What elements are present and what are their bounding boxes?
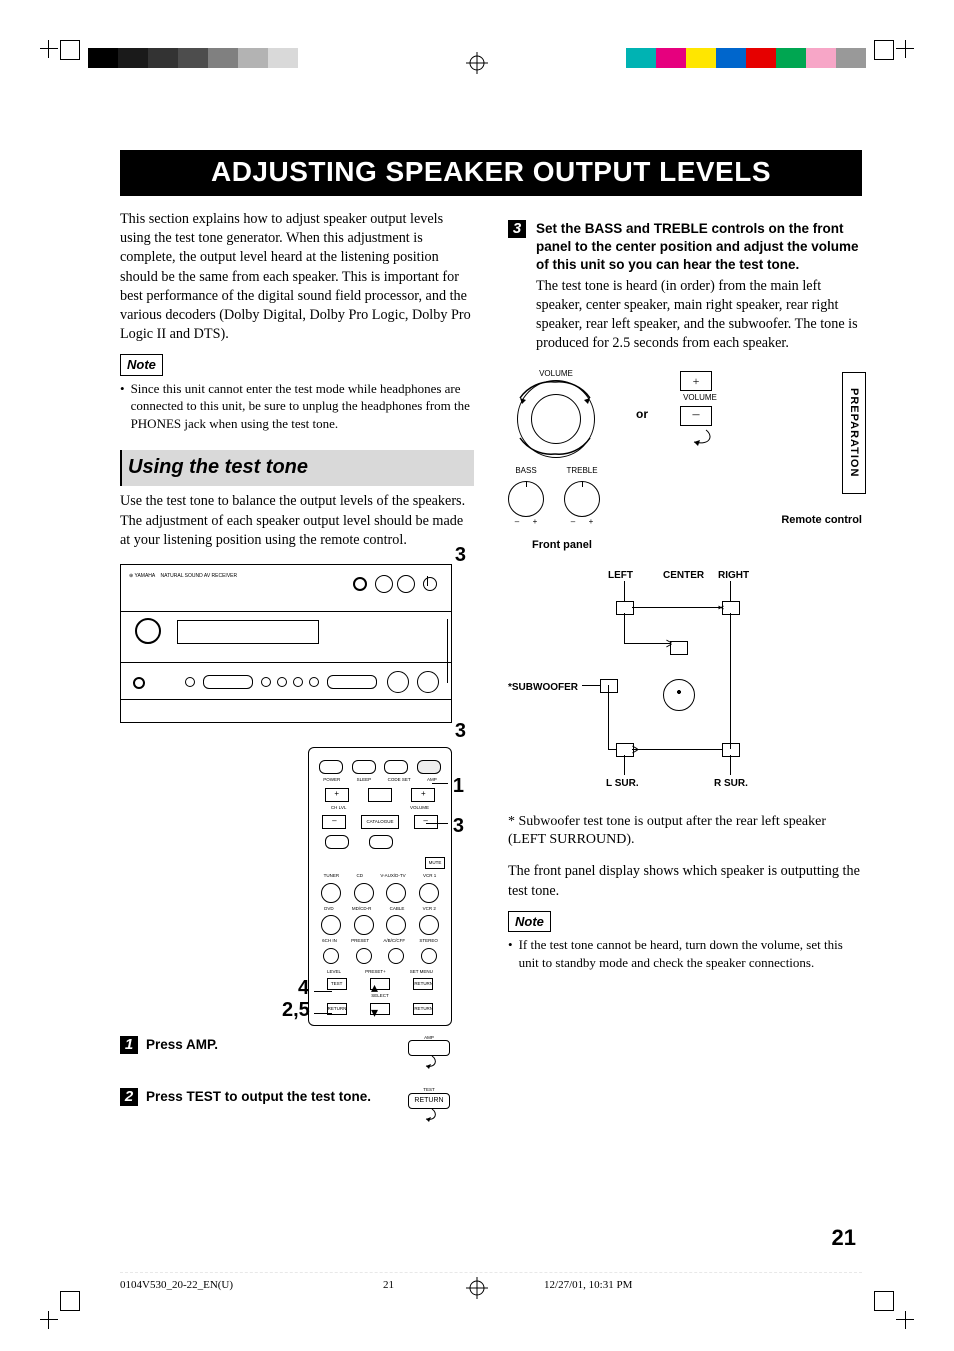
footer: 0104V530_20-22_EN(U) 21 12/27/01, 10:31 … (120, 1272, 862, 1291)
remote-control-label: Remote control (781, 513, 862, 528)
callout-number: 3 (453, 813, 464, 840)
note-text: If the test tone cannot be heard, turn d… (519, 936, 862, 971)
color-bar-cmyk (626, 48, 866, 68)
callout-number: 1 (453, 773, 464, 800)
callout-number: 3 (455, 542, 466, 569)
front-panel-label: Front panel (532, 538, 862, 553)
remote-diagram: POWERSLEEPCODE SETAMP ++ CH LVLVOLUME –C… (308, 747, 452, 1026)
color-bar-grayscale (88, 48, 298, 68)
note-label: Note (508, 911, 551, 933)
step-number-1: 1 (120, 1036, 138, 1054)
page-title: ADJUSTING SPEAKER OUTPUT LEVELS (120, 150, 862, 196)
subheading: Using the test tone (120, 450, 474, 486)
footer-page: 21 (383, 1279, 394, 1291)
amp-label: AMP (384, 1036, 474, 1041)
step2-text: Press TEST to output the test tone. (146, 1088, 371, 1106)
or-text: or (636, 406, 648, 422)
treble-knob-diagram: TREBLE – + (564, 466, 600, 528)
bass-knob-diagram: BASS – + (508, 466, 544, 528)
intro-text: This section explains how to adjust spea… (120, 210, 474, 344)
bullet-icon: • (120, 380, 125, 433)
page-number: 21 (832, 1225, 856, 1251)
step-number-3: 3 (508, 220, 526, 238)
footer-file: 0104V530_20-22_EN(U) (120, 1279, 233, 1291)
remote-volume-diagram: + VOLUME – (680, 371, 720, 456)
subwoofer-footnote: * Subwoofer test tone is output after th… (508, 813, 862, 851)
callout-number: 3 (455, 718, 466, 745)
test-label: TEST (384, 1088, 474, 1093)
volume-knob-diagram: VOLUME (508, 369, 604, 458)
callout-number: 2,5 (282, 997, 310, 1024)
step3-body: The test tone is heard (in order) from t… (536, 277, 862, 354)
step3-text: Set the BASS and TREBLE controls on the … (536, 220, 862, 275)
footer-date: 12/27/01, 10:31 PM (544, 1279, 632, 1291)
note-text: Since this unit cannot enter the test mo… (131, 380, 474, 433)
bullet-icon: • (508, 936, 513, 971)
step1-text: Press AMP. (146, 1036, 218, 1054)
panel-shows-text: The front panel display shows which spea… (508, 862, 862, 900)
sub-intro: Use the test tone to balance the output … (120, 492, 474, 550)
speaker-layout-diagram: LEFT RIGHT CENTER *SUBWOO (508, 569, 808, 799)
registration-target-icon (466, 52, 488, 74)
note-label: Note (120, 354, 163, 376)
step-number-2: 2 (120, 1088, 138, 1106)
front-panel-diagram: ⊕ YAMAHA NATURAL SOUND AV RECEIVER (120, 564, 452, 723)
